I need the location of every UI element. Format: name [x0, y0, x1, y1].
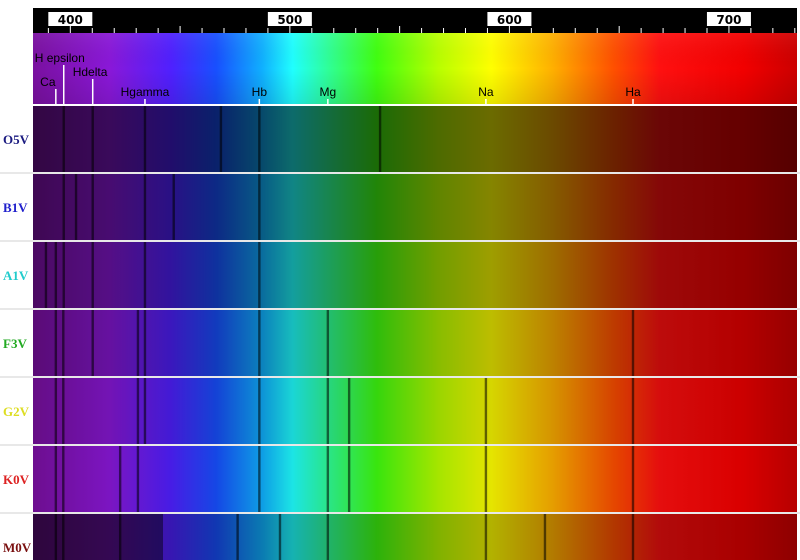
class-label-b1v: B1V [3, 200, 28, 215]
absorption-line [136, 310, 140, 376]
absorption-line [326, 378, 330, 444]
spectrum-dim [33, 378, 797, 444]
tick-label-500: 500 [277, 13, 302, 27]
absorption-line [91, 242, 94, 308]
absorption-line [54, 242, 58, 308]
absorption-line [91, 174, 94, 240]
absorption-line [143, 106, 147, 172]
absorption-line [74, 174, 78, 240]
absorption-line [143, 242, 147, 308]
absorption-line [258, 242, 261, 308]
spectrum-dim [33, 174, 797, 240]
absorption-line [484, 514, 488, 560]
absorption-line [631, 310, 635, 376]
absorption-line [378, 106, 382, 172]
line-label-h-epsilon: H epsilon [35, 51, 85, 65]
absorption-line [258, 446, 261, 512]
absorption-line [236, 514, 239, 560]
absorption-line [118, 446, 122, 512]
absorption-line [631, 446, 635, 512]
line-label-ha: Ha [625, 85, 641, 99]
spectrum-blue-dim [33, 514, 163, 560]
class-label-k0v: K0V [3, 472, 30, 487]
scale-bar [33, 8, 797, 33]
tick-label-400: 400 [58, 13, 83, 27]
absorption-line [258, 174, 261, 240]
absorption-line [258, 310, 261, 376]
spectrum-row-m0v: M0V [3, 514, 797, 560]
absorption-line [326, 310, 330, 376]
absorption-line [62, 242, 65, 308]
absorption-line [258, 106, 261, 172]
absorption-line [143, 174, 147, 240]
absorption-line [278, 514, 282, 560]
absorption-line [143, 310, 147, 376]
absorption-line [136, 446, 140, 512]
absorption-line [62, 446, 65, 512]
line-label-mg: Mg [320, 85, 337, 99]
line-label-ca: Ca [40, 75, 56, 89]
class-label-g2v: G2V [3, 404, 30, 419]
absorption-line [326, 446, 330, 512]
tick-label-600: 600 [497, 13, 522, 27]
spectrum-dim [33, 242, 797, 308]
absorption-line [54, 446, 58, 512]
spectral-classification-figure: 400 500 600 700 Ca H epsilon Hdelta Hgamma Hb Mg N… [0, 0, 800, 560]
line-label-na: Na [478, 85, 494, 99]
absorption-line [219, 106, 223, 172]
spectrum-row-g2v: G2V [0, 378, 800, 446]
line-label-hgamma: Hgamma [121, 85, 170, 99]
class-label-m0v: M0V [3, 540, 32, 555]
tick-label-700: 700 [716, 13, 741, 27]
absorption-line [62, 310, 65, 376]
absorption-line [62, 378, 65, 444]
absorption-line [347, 446, 351, 512]
absorption-line [91, 310, 94, 376]
absorption-line [326, 514, 330, 560]
absorption-line [347, 378, 351, 444]
absorption-line [143, 378, 147, 444]
line-label-hb: Hb [252, 85, 268, 99]
absorption-line [631, 514, 635, 560]
spectrum-row-k0v: K0V [0, 446, 800, 514]
class-label-f3v: F3V [3, 336, 27, 351]
spectrum-row-b1v: B1V [0, 174, 800, 242]
spectrum-row-f3v: F3V [0, 310, 800, 378]
absorption-line [54, 514, 58, 560]
spectra-rows: O5V B1V A1V F3V G2V K0V M0V [0, 106, 800, 560]
spectrum-row-a1v: A1V [0, 242, 800, 310]
spectrum-dim [33, 310, 797, 376]
wavelength-header: 400 500 600 700 Ca H epsilonHdelta Hgamma Hb Mg N… [33, 8, 797, 104]
absorption-line [62, 106, 65, 172]
absorption-line [62, 514, 65, 560]
spectra-svg: 400 500 600 700 Ca H epsilonHdelta Hgamma Hb Mg N… [0, 8, 800, 560]
spectrum-dim [33, 446, 797, 512]
absorption-line [118, 514, 122, 560]
absorption-line [484, 378, 488, 444]
spectrum-row-o5v: O5V [0, 106, 800, 174]
absorption-line [136, 378, 140, 444]
absorption-line [44, 242, 48, 308]
class-label-o5v: O5V [3, 132, 30, 147]
class-label-a1v: A1V [3, 268, 29, 283]
absorption-line [54, 378, 58, 444]
absorption-line [543, 514, 547, 560]
line-label-hdelta: Hdelta [73, 65, 108, 79]
absorption-line [484, 446, 488, 512]
spectrum-dim [33, 106, 797, 172]
absorption-line [91, 106, 94, 172]
absorption-line [631, 378, 635, 444]
absorption-line [172, 174, 175, 240]
absorption-line [258, 378, 261, 444]
absorption-line [62, 174, 65, 240]
absorption-line [54, 310, 58, 376]
